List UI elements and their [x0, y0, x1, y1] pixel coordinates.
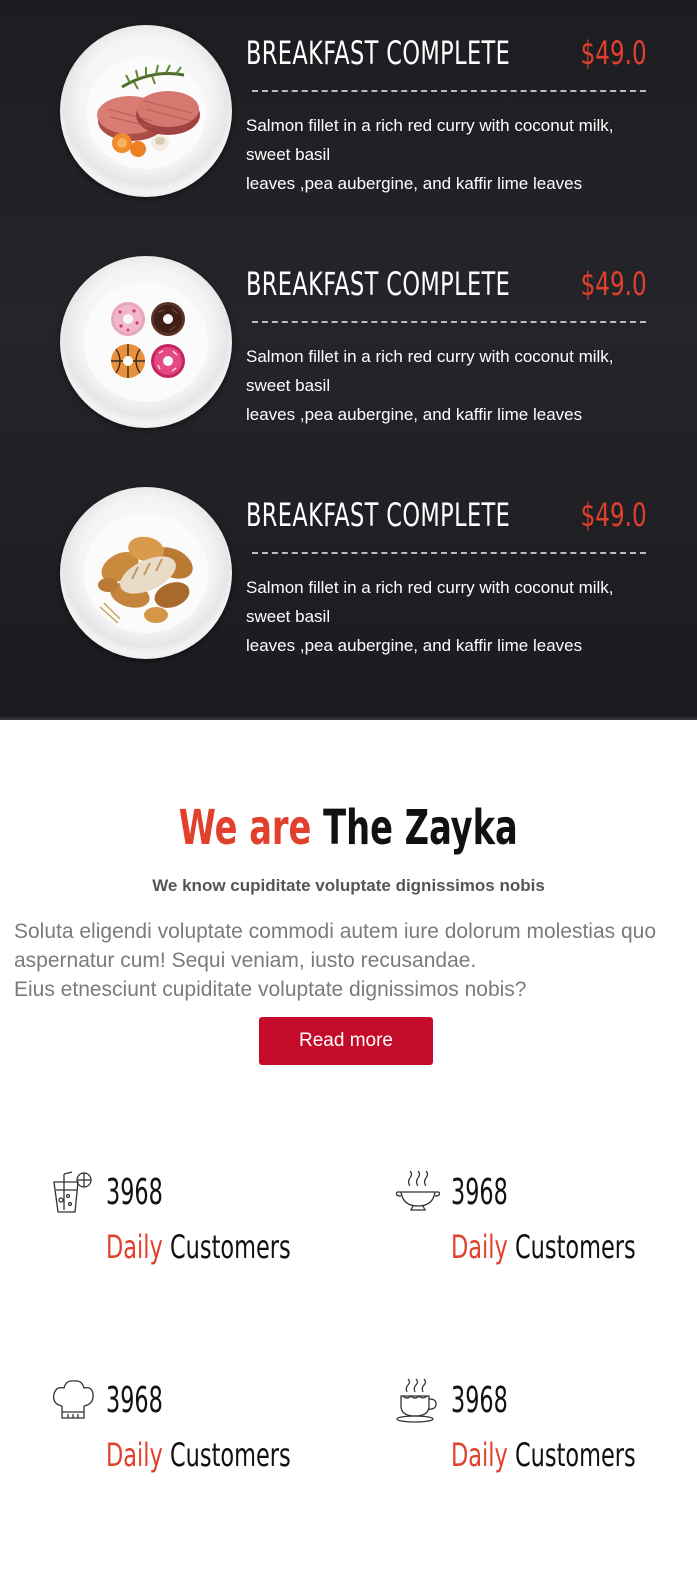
menu-item-price: $49.0 — [581, 34, 647, 72]
counter-number: 3968 — [106, 1172, 163, 1213]
about-text-line: Eius etnesciunt cupiditate voluptate dig… — [14, 978, 527, 1001]
menu-item-title: BREAKFAST COMPLETE — [246, 265, 511, 303]
counter-number: 3968 — [451, 1172, 508, 1213]
coffee-cup-icon — [395, 1378, 441, 1424]
chef-hat-icon — [50, 1378, 96, 1424]
donuts-plate-image — [60, 256, 232, 428]
hot-bowl-icon — [395, 1170, 441, 1216]
counter-item: 3968 Daily Customers — [395, 1378, 695, 1488]
dashed-divider — [252, 552, 646, 554]
menu-item: BREAKFAST COMPLETE $49.0 Salmon fillet i… — [0, 0, 697, 197]
counter-label: Daily Customers — [451, 1228, 636, 1266]
drink-glass-icon — [50, 1170, 96, 1216]
menu-item-description-line: Salmon fillet in a rich red curry with c… — [246, 578, 614, 626]
menu-item-description: Salmon fillet in a rich red curry with c… — [246, 573, 646, 660]
counter-label-accent: Daily — [451, 1228, 508, 1266]
menu-item-description-line: leaves ,pea aubergine, and kaffir lime l… — [246, 636, 583, 655]
about-title-main: The Zayka — [323, 800, 518, 856]
menu-item-title: BREAKFAST COMPLETE — [246, 34, 511, 72]
dashed-divider — [252, 90, 646, 92]
menu-item-price: $49.0 — [581, 265, 647, 303]
about-title: We are The Zayka — [0, 798, 697, 858]
menu-item-description: Salmon fillet in a rich red curry with c… — [246, 111, 646, 198]
counter-label-main: Customers — [169, 1228, 291, 1266]
counter-label-accent: Daily — [451, 1436, 508, 1474]
menu-item-price: $49.0 — [581, 496, 647, 534]
counter-label-main: Customers — [514, 1228, 636, 1266]
counter-label-accent: Daily — [106, 1436, 163, 1474]
menu-item-description: Salmon fillet in a rich red curry with c… — [246, 342, 646, 429]
menu-item: BREAKFAST COMPLETE $49.0 Salmon fillet i… — [0, 462, 697, 659]
menu-item-description-line: leaves ,pea aubergine, and kaffir lime l… — [246, 405, 583, 424]
about-text: Soluta eligendi voluptate commodi autem … — [14, 917, 686, 1004]
about-subtitle: We know cupiditate voluptate dignissimos… — [152, 876, 545, 895]
counter-label: Daily Customers — [106, 1228, 291, 1266]
counter-label-accent: Daily — [106, 1228, 163, 1266]
counter-label: Daily Customers — [451, 1436, 636, 1474]
menu-item-title: BREAKFAST COMPLETE — [246, 496, 511, 534]
counter-label: Daily Customers — [106, 1436, 291, 1474]
menu-section: BREAKFAST COMPLETE $49.0 Salmon fillet i… — [0, 0, 697, 720]
menu-item-description-line: Salmon fillet in a rich red curry with c… — [246, 347, 614, 395]
grilled-meat-plate-image — [60, 25, 232, 197]
counter-label-main: Customers — [169, 1436, 291, 1474]
about-title-accent: We are — [179, 800, 312, 856]
menu-item-description-line: leaves ,pea aubergine, and kaffir lime l… — [246, 174, 583, 193]
counter-number: 3968 — [451, 1380, 508, 1421]
counter-item: 3968 Daily Customers — [50, 1170, 350, 1280]
counter-number: 3968 — [106, 1380, 163, 1421]
dashed-divider — [252, 321, 646, 323]
counter-item: 3968 Daily Customers — [395, 1170, 695, 1280]
bread-plate-image — [60, 487, 232, 659]
counter-item: 3968 Daily Customers — [50, 1378, 350, 1488]
menu-item: BREAKFAST COMPLETE $49.0 Salmon fillet i… — [0, 231, 697, 428]
read-more-button[interactable]: Read more — [259, 1017, 433, 1065]
counter-label-main: Customers — [514, 1436, 636, 1474]
about-text-line: Soluta eligendi voluptate commodi autem … — [14, 920, 657, 972]
menu-item-description-line: Salmon fillet in a rich red curry with c… — [246, 116, 614, 164]
